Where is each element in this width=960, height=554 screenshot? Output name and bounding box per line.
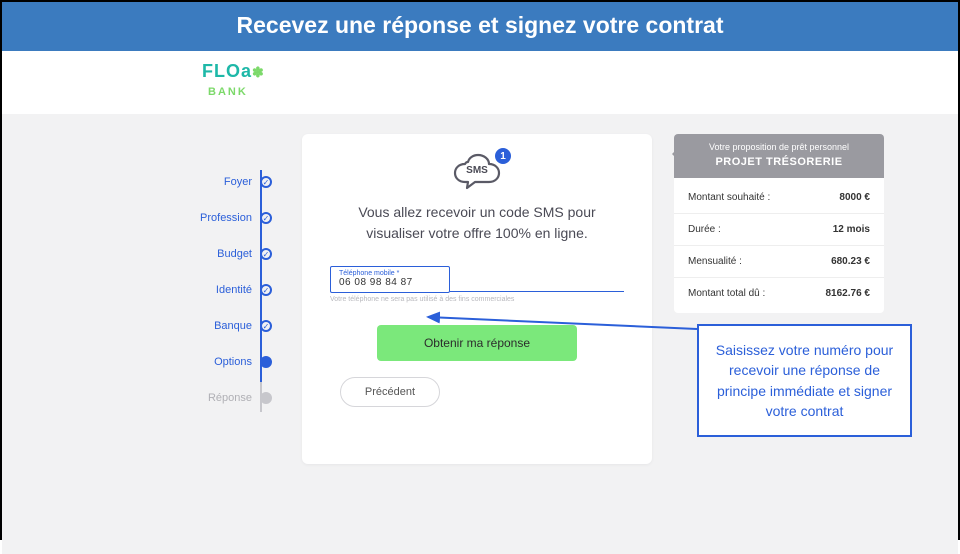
page-body: Foyer ✓ Profession ✓ Budget ✓ Identité ✓… (2, 114, 958, 554)
app-header: FLOa✽ BANK (2, 51, 958, 114)
logo-sub: BANK (208, 86, 248, 98)
check-icon: ✓ (260, 320, 272, 332)
summary-row: Mensualité : 680.23 € (674, 246, 884, 278)
flower-icon: ✽ (252, 64, 265, 80)
summary-row: Durée : 12 mois (674, 214, 884, 246)
step-reponse: Réponse (182, 380, 272, 416)
dot-icon (260, 356, 272, 368)
logo: FLOa✽ (202, 61, 265, 81)
sms-cloud-icon: SMS 1 (447, 152, 507, 192)
step-profession[interactable]: Profession ✓ (182, 200, 272, 236)
banner-title: Recevez une réponse et signez votre cont… (237, 12, 724, 38)
instruction-banner: Recevez une réponse et signez votre cont… (2, 2, 958, 51)
phone-label: Téléphone mobile * (339, 270, 441, 277)
check-icon: ✓ (260, 176, 272, 188)
step-foyer[interactable]: Foyer ✓ (182, 164, 272, 200)
step-identite[interactable]: Identité ✓ (182, 272, 272, 308)
sms-card: SMS 1 Vous allez recevoir un code SMS po… (302, 134, 652, 464)
submit-button[interactable]: Obtenir ma réponse (377, 325, 577, 361)
check-icon: ✓ (260, 284, 272, 296)
phone-field[interactable]: Téléphone mobile * 06 08 98 84 87 (330, 266, 450, 293)
phone-hint: Votre téléphone ne sera pas utilisé à de… (330, 296, 624, 303)
loan-summary: Votre proposition de prêt personnel PROJ… (674, 134, 884, 313)
progress-stepper: Foyer ✓ Profession ✓ Budget ✓ Identité ✓… (182, 164, 272, 416)
step-options[interactable]: Options (182, 344, 272, 380)
check-icon: ✓ (260, 212, 272, 224)
card-message: Vous allez recevoir un code SMS pour vis… (330, 202, 624, 244)
summary-row: Montant souhaité : 8000 € (674, 182, 884, 214)
phone-value: 06 08 98 84 87 (339, 277, 441, 288)
check-icon: ✓ (260, 248, 272, 260)
back-button[interactable]: Précédent (340, 377, 440, 407)
step-budget[interactable]: Budget ✓ (182, 236, 272, 272)
summary-header: Votre proposition de prêt personnel PROJ… (674, 134, 884, 178)
dot-icon (260, 392, 272, 404)
summary-row: Montant total dû : 8162.76 € (674, 278, 884, 309)
notification-badge: 1 (495, 148, 511, 164)
step-banque[interactable]: Banque ✓ (182, 308, 272, 344)
instruction-callout: Saisissez votre numéro pour recevoir une… (697, 324, 912, 437)
